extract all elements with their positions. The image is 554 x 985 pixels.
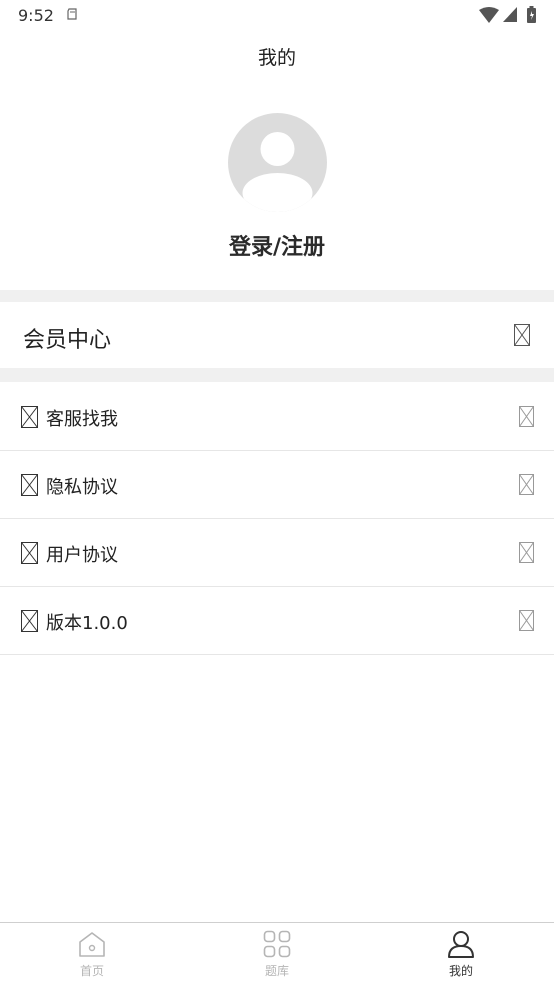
home-icon xyxy=(79,932,105,957)
tab-label: 首页 xyxy=(79,964,104,978)
member-center-label: 会员中心 xyxy=(23,328,112,353)
tab-question-bank[interactable]: 题库 xyxy=(217,923,337,985)
broken-image-icon xyxy=(514,324,530,346)
broken-image-icon xyxy=(21,542,38,564)
menu-item-user-agreement[interactable]: 用户协议 xyxy=(0,519,554,587)
menu-item-label: 版本1.0.0 xyxy=(46,613,128,634)
menu-item-customer-service[interactable]: 客服找我 xyxy=(0,383,554,451)
default-avatar-icon xyxy=(242,132,313,212)
section-divider xyxy=(0,290,554,302)
tab-label: 题库 xyxy=(264,964,289,978)
broken-image-icon xyxy=(21,610,38,632)
menu-item-label: 用户协议 xyxy=(46,545,118,566)
chevron-right-icon xyxy=(519,542,534,563)
user-icon xyxy=(448,931,474,958)
signal-icon xyxy=(503,7,517,22)
tab-home[interactable]: 首页 xyxy=(32,923,152,985)
tab-label: 我的 xyxy=(448,964,473,978)
menu-item-privacy-policy[interactable]: 隐私协议 xyxy=(0,451,554,519)
battery-icon xyxy=(527,6,536,23)
status-bar: 9:52 xyxy=(0,0,554,30)
menu-item-label: 隐私协议 xyxy=(46,477,118,498)
wifi-icon xyxy=(479,7,499,23)
broken-image-icon xyxy=(21,406,38,428)
page-title: 我的 xyxy=(257,47,296,69)
chevron-right-icon xyxy=(519,474,534,495)
sd-card-icon xyxy=(67,8,77,20)
avatar[interactable] xyxy=(228,113,327,212)
grid-icon xyxy=(263,930,291,958)
chevron-right-icon xyxy=(519,610,534,631)
broken-image-icon xyxy=(21,474,38,496)
chevron-right-icon xyxy=(519,406,534,427)
status-time: 9:52 xyxy=(18,6,54,25)
bottom-nav: 首页 题库 我的 xyxy=(0,922,554,985)
menu-item-label: 客服找我 xyxy=(46,409,118,430)
section-divider xyxy=(0,368,554,382)
member-center-row[interactable]: 会员中心 xyxy=(0,302,554,368)
login-register-link[interactable]: 登录/注册 xyxy=(0,229,554,261)
tab-mine[interactable]: 我的 xyxy=(401,923,521,985)
menu-item-version[interactable]: 版本1.0.0 xyxy=(0,587,554,655)
